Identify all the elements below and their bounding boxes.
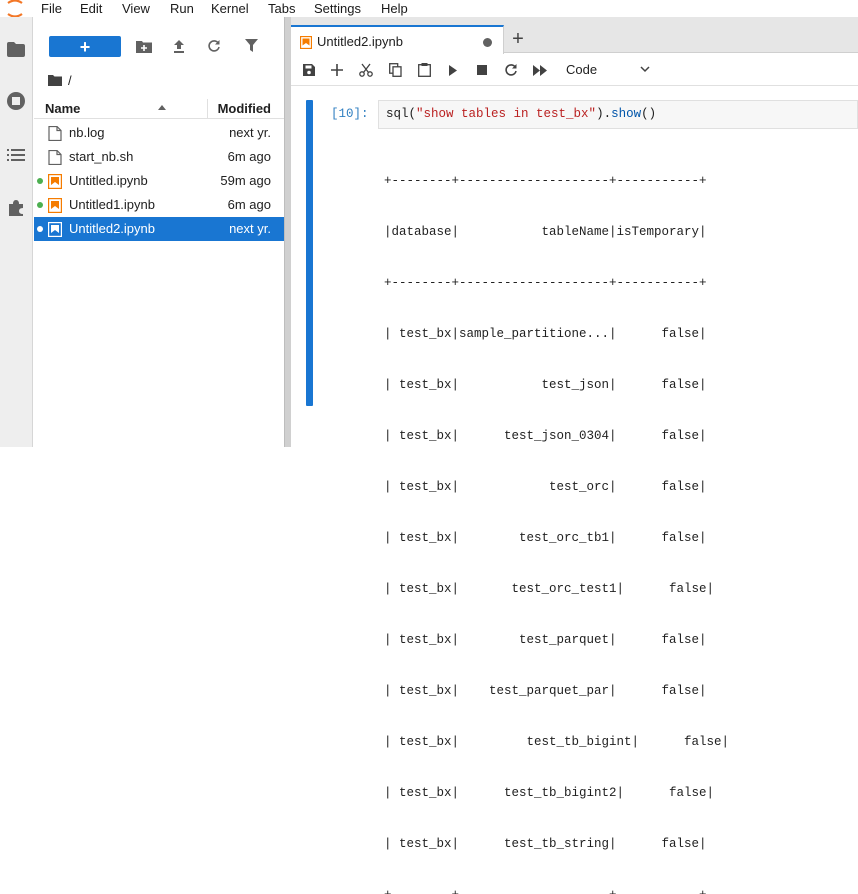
menu-edit[interactable]: Edit xyxy=(80,0,102,17)
activity-bar xyxy=(0,17,33,447)
menu-run[interactable]: Run xyxy=(170,0,194,17)
panel-splitter[interactable] xyxy=(284,17,291,447)
input-prompt: [10]: xyxy=(331,107,369,121)
file-name: Untitled2.ipynb xyxy=(69,221,155,236)
column-divider[interactable] xyxy=(207,99,208,119)
refresh-icon[interactable] xyxy=(205,37,223,55)
menu-help[interactable]: Help xyxy=(381,0,408,17)
folder-icon[interactable] xyxy=(48,74,62,86)
output-line: | test_bx|sample_partitione...| false| xyxy=(384,327,707,341)
new-folder-icon[interactable] xyxy=(135,37,153,55)
active-cell-marker[interactable] xyxy=(306,100,313,406)
sort-ascending-icon xyxy=(158,105,166,110)
code-text: sql("show tables in test_bx").show() xyxy=(386,107,656,121)
notebook-toolbar: Code xyxy=(291,54,858,86)
output-line: | test_bx| test_parquet| false| xyxy=(384,633,707,647)
toc-icon[interactable] xyxy=(6,145,26,165)
save-icon[interactable] xyxy=(301,62,317,78)
folder-icon[interactable] xyxy=(6,39,26,59)
file-name: Untitled.ipynb xyxy=(69,173,148,188)
code-string: "show tables in test_bx" xyxy=(416,107,597,121)
file-icon xyxy=(48,126,62,141)
breadcrumb-root[interactable]: / xyxy=(68,73,72,88)
code-cell-input[interactable]: sql("show tables in test_bx").show() xyxy=(378,100,858,129)
notebook-icon xyxy=(300,36,312,49)
unsaved-dot-icon[interactable] xyxy=(483,38,492,47)
output-line: | test_bx| test_tb_bigint| false| xyxy=(384,735,730,749)
code-paren-open: ( xyxy=(408,107,417,121)
file-modified: next yr. xyxy=(229,221,271,236)
paste-icon[interactable] xyxy=(416,62,432,78)
cell-type-select[interactable]: Code xyxy=(566,62,597,77)
output-line: | test_bx| test_tb_bigint2| false| xyxy=(384,786,715,800)
running-indicator xyxy=(37,226,43,232)
code-call: () xyxy=(641,107,657,121)
file-modified: 6m ago xyxy=(227,149,271,164)
cell-output: +--------+--------------------+---------… xyxy=(384,139,729,894)
breadcrumb: / xyxy=(48,71,72,89)
file-modified: 59m ago xyxy=(220,173,271,188)
run-icon[interactable] xyxy=(445,62,461,78)
file-browser-toolbar: + xyxy=(34,17,284,67)
notebook-panel: Untitled2.ipynb + Code [10]: sql("show t… xyxy=(291,17,858,894)
notebook-icon xyxy=(48,222,62,237)
stop-icon[interactable] xyxy=(474,62,490,78)
upload-icon[interactable] xyxy=(170,37,188,55)
file-browser: + / Name Modified nb.log next yr. start_… xyxy=(34,17,284,447)
code-function: sql xyxy=(386,107,409,121)
output-line: | test_bx| test_orc| false| xyxy=(384,480,707,494)
tab-bar: Untitled2.ipynb + xyxy=(291,17,858,54)
running-indicator xyxy=(37,178,43,184)
running-icon[interactable] xyxy=(6,91,26,111)
code-method: show xyxy=(611,107,642,121)
output-line: |database| tableName|isTemporary| xyxy=(384,225,707,239)
restart-icon[interactable] xyxy=(503,62,519,78)
column-modified[interactable]: Modified xyxy=(218,101,271,116)
insert-cell-icon[interactable] xyxy=(329,62,345,78)
file-list-header: Name Modified xyxy=(34,99,284,119)
new-launcher-button[interactable]: + xyxy=(49,36,121,57)
code-paren-close: ). xyxy=(596,107,612,121)
output-line: +--------+--------------------+---------… xyxy=(384,174,707,188)
file-row-start-nb-sh[interactable]: start_nb.sh 6m ago xyxy=(34,145,284,169)
file-row-untitled[interactable]: Untitled.ipynb 59m ago xyxy=(34,169,284,193)
file-icon xyxy=(48,150,62,165)
notebook-icon xyxy=(48,174,62,189)
add-tab-button[interactable]: + xyxy=(507,29,529,51)
file-row-untitled1[interactable]: Untitled1.ipynb 6m ago xyxy=(34,193,284,217)
output-line: | test_bx| test_orc_test1| false| xyxy=(384,582,715,596)
file-modified: next yr. xyxy=(229,125,271,140)
running-indicator xyxy=(37,202,43,208)
menu-tabs[interactable]: Tabs xyxy=(268,0,295,17)
jupyter-logo-icon xyxy=(7,0,23,17)
menu-file[interactable]: File xyxy=(41,0,62,17)
menu-kernel[interactable]: Kernel xyxy=(211,0,249,17)
file-row-nb-log[interactable]: nb.log next yr. xyxy=(34,121,284,145)
menu-view[interactable]: View xyxy=(122,0,150,17)
column-name[interactable]: Name xyxy=(45,101,80,116)
file-name: nb.log xyxy=(69,125,105,140)
fast-forward-icon[interactable] xyxy=(532,62,548,78)
file-name: start_nb.sh xyxy=(69,149,134,164)
tab-label: Untitled2.ipynb xyxy=(317,34,403,49)
copy-icon[interactable] xyxy=(387,62,403,78)
output-line: | test_bx| test_tb_string| false| xyxy=(384,837,707,851)
extension-icon[interactable] xyxy=(6,198,26,218)
file-row-untitled2[interactable]: Untitled2.ipynb next yr. xyxy=(34,217,284,241)
menu-bar: File Edit View Run Kernel Tabs Settings … xyxy=(0,0,858,17)
filter-icon[interactable] xyxy=(242,37,260,55)
output-line: | test_bx| test_orc_tb1| false| xyxy=(384,531,707,545)
output-line: +--------+--------------------+---------… xyxy=(384,276,707,290)
chevron-down-icon[interactable] xyxy=(639,63,651,75)
output-line: | test_bx| test_json| false| xyxy=(384,378,707,392)
menu-settings[interactable]: Settings xyxy=(314,0,361,17)
output-line: | test_bx| test_parquet_par| false| xyxy=(384,684,707,698)
file-name: Untitled1.ipynb xyxy=(69,197,155,212)
file-modified: 6m ago xyxy=(227,197,271,212)
notebook-icon xyxy=(48,198,62,213)
cut-icon[interactable] xyxy=(358,62,374,78)
tab-untitled2[interactable]: Untitled2.ipynb xyxy=(291,25,504,54)
output-line: | test_bx| test_json_0304| false| xyxy=(384,429,707,443)
output-line: +--------+--------------------+---------… xyxy=(384,887,729,894)
